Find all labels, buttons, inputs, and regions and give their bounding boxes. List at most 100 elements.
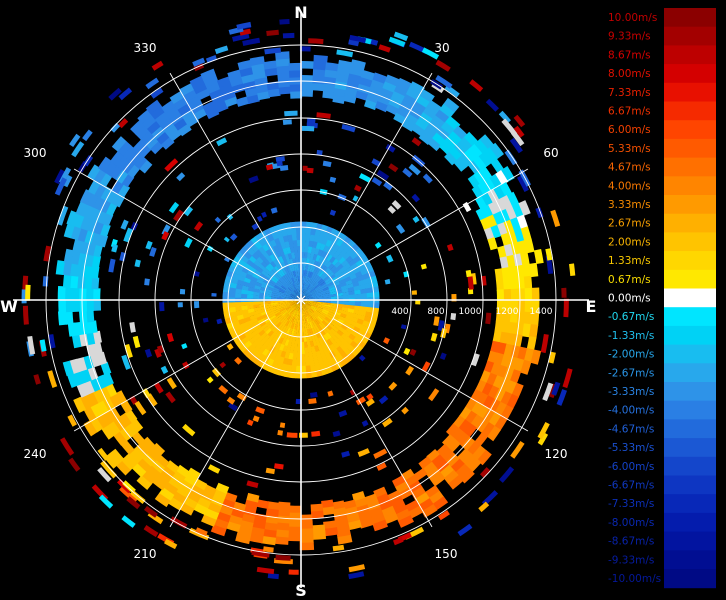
legend-label: 3.33m/s — [608, 199, 651, 211]
velocity-bin — [531, 287, 540, 302]
velocity-bin — [58, 298, 67, 313]
range-label-1200: 1200 — [496, 307, 519, 317]
legend-swatch — [664, 531, 716, 551]
legend-swatch — [664, 475, 716, 495]
velocity-bin — [411, 290, 417, 295]
velocity-bin — [246, 301, 254, 306]
legend-color-bar — [664, 8, 716, 589]
velocity-bin — [57, 286, 66, 300]
legend-swatch — [664, 64, 716, 84]
velocity-bin — [279, 19, 290, 25]
legend-label: -3.33m/s — [608, 386, 654, 398]
velocity-bin — [92, 288, 101, 300]
velocity-bin — [85, 287, 94, 300]
velocity-bin — [282, 119, 292, 125]
velocity-bin — [177, 302, 183, 308]
legend-label: 10.00m/s — [608, 12, 657, 24]
legend-swatch — [664, 26, 716, 46]
range-label-1400: 1400 — [530, 307, 553, 317]
velocity-bin — [348, 294, 356, 299]
legend-swatch — [664, 120, 716, 140]
velocity-bin — [240, 301, 248, 307]
legend-swatch — [664, 325, 716, 346]
legend-label: -5.33m/s — [608, 442, 654, 454]
velocity-bin — [86, 309, 95, 323]
velocity-bin — [306, 167, 314, 174]
legend-swatch — [664, 82, 716, 102]
legend-swatch — [664, 456, 716, 476]
velocity-bin — [288, 62, 303, 71]
bearing-120: 120 — [545, 447, 568, 461]
bearing-330: 330 — [134, 41, 157, 55]
legend-label: -4.00m/s — [608, 405, 654, 417]
range-label-400: 400 — [391, 307, 408, 317]
legend-swatch — [664, 438, 716, 458]
velocity-bin — [495, 278, 505, 291]
bearing-60: 60 — [543, 146, 558, 160]
compass-south: S — [295, 581, 307, 600]
velocity-bin — [65, 298, 74, 313]
velocity-color-legend: 10.00m/s 9.33m/s 8.67m/s 8.00m/s 7.33m/s 6.67… — [604, 6, 722, 594]
velocity-bin — [194, 301, 200, 309]
compass-east: E — [586, 297, 597, 316]
legend-swatch — [664, 288, 716, 308]
legend-swatch — [664, 176, 716, 196]
velocity-bin — [64, 286, 73, 300]
legend-label: -8.67m/s — [608, 536, 654, 548]
velocity-bin — [301, 227, 307, 235]
legend-label: 8.67m/s — [608, 49, 651, 61]
velocity-bin — [58, 311, 67, 326]
velocity-bin — [305, 365, 312, 373]
velocity-bin — [450, 313, 457, 321]
legend-swatch — [664, 138, 716, 159]
velocity-bin — [299, 542, 315, 551]
velocity-bin — [360, 293, 368, 299]
velocity-bin — [287, 526, 301, 535]
velocity-bin — [299, 535, 314, 544]
legend-label: -8.00m/s — [608, 517, 654, 529]
velocity-bin — [310, 391, 318, 398]
compass-north: N — [294, 3, 307, 22]
velocity-bin — [159, 302, 165, 312]
velocity-bin — [321, 506, 335, 516]
velocity-bin — [465, 269, 472, 278]
velocity-bin — [288, 569, 299, 575]
legend-swatch — [664, 195, 716, 215]
legend-label: -6.00m/s — [608, 461, 654, 473]
legend-label: -7.33m/s — [608, 498, 654, 510]
velocity-bin — [276, 160, 283, 167]
legend-label: 8.00m/s — [608, 68, 651, 80]
velocity-bin — [282, 32, 295, 39]
velocity-bin — [277, 430, 283, 436]
legend-label: -9.33m/s — [608, 554, 654, 566]
legend-label: 5.33m/s — [608, 143, 651, 155]
legend-swatch — [664, 494, 716, 514]
bearing-240: 240 — [24, 447, 47, 461]
velocity-bin — [301, 61, 315, 69]
velocity-bin — [279, 165, 289, 171]
legend-label: 6.00m/s — [608, 124, 651, 136]
legend-label: 4.00m/s — [608, 180, 651, 192]
velocity-bin — [287, 533, 301, 542]
legend-label: 9.33m/s — [608, 31, 651, 43]
velocity-bin — [561, 287, 567, 298]
velocity-bin — [179, 288, 186, 295]
velocity-bin — [563, 298, 569, 318]
velocity-bin — [311, 430, 321, 437]
velocity-bin — [211, 293, 217, 297]
legend-swatch — [664, 251, 716, 271]
velocity-bin — [228, 302, 236, 308]
velocity-bin — [354, 293, 362, 299]
legend-label: 6.67m/s — [608, 106, 651, 118]
bearing-30: 30 — [434, 41, 449, 55]
velocity-bin — [313, 54, 328, 64]
legend-swatch — [664, 512, 716, 533]
velocity-bin — [291, 233, 298, 241]
legend-swatch — [664, 400, 716, 420]
velocity-bin — [277, 72, 291, 81]
legend-label: 2.00m/s — [608, 236, 651, 248]
legend-swatch — [664, 307, 716, 327]
velocity-bin — [304, 359, 311, 367]
range-label-1000: 1000 — [459, 307, 482, 317]
velocity-bin — [42, 276, 49, 287]
